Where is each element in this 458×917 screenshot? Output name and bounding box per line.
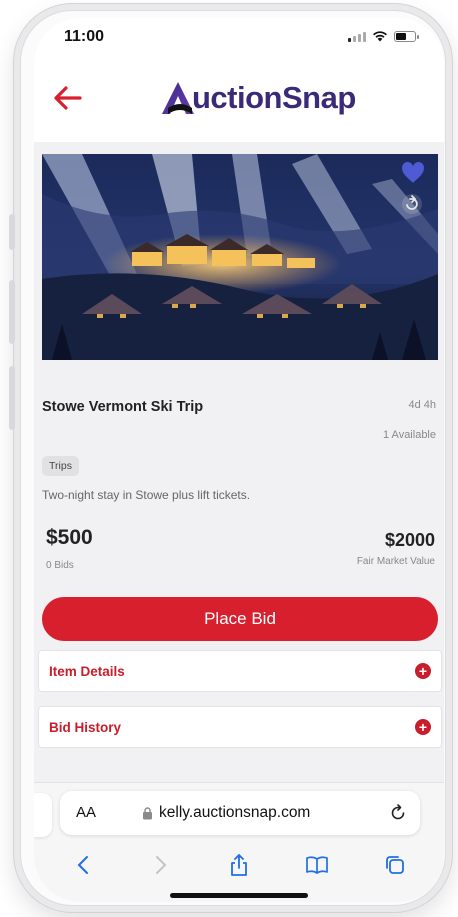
app-logo: uctionSnap xyxy=(158,76,356,120)
status-bar: 11:00 xyxy=(34,18,444,60)
mute-switch xyxy=(9,214,15,250)
fair-market-value-label: Fair Market Value xyxy=(356,556,435,567)
battery-icon xyxy=(394,30,419,42)
status-icons xyxy=(348,30,419,42)
previous-tab-peek[interactable] xyxy=(34,793,52,837)
share-icon[interactable] xyxy=(227,853,251,877)
back-arrow-icon[interactable] xyxy=(50,80,86,116)
ski-resort-night-image xyxy=(42,154,438,360)
plus-circle-icon: + xyxy=(415,663,431,679)
app-header: uctionSnap xyxy=(34,62,444,142)
bid-history-label: Bid History xyxy=(49,720,122,735)
plus-circle-icon: + xyxy=(415,719,431,735)
item-photo xyxy=(42,154,438,360)
phone-screen: 11:00 uctionSnap Stowe Vermont Ski Trip … xyxy=(34,18,444,902)
url-display[interactable]: kelly.auctionsnap.com xyxy=(142,804,310,822)
address-bar[interactable]: AA kelly.auctionsnap.com xyxy=(60,791,420,835)
browser-chrome: AA kelly.auctionsnap.com xyxy=(34,782,444,902)
current-bid-price: $500 xyxy=(46,526,93,549)
page-content: Stowe Vermont Ski Trip 4d 4h 1 Available… xyxy=(34,142,444,784)
fair-market-value-price: $2000 xyxy=(384,530,435,550)
volume-up-button xyxy=(9,280,15,344)
status-time: 11:00 xyxy=(64,28,105,45)
bid-history-accordion[interactable]: Bid History + xyxy=(38,706,442,748)
browser-toolbar xyxy=(34,847,444,883)
reload-icon[interactable] xyxy=(388,803,408,823)
item-details-label: Item Details xyxy=(49,664,125,679)
favorite-heart-icon[interactable] xyxy=(400,160,426,186)
time-remaining: 4d 4h xyxy=(408,399,436,411)
volume-down-button xyxy=(9,366,15,430)
category-tag[interactable]: Trips xyxy=(42,456,79,476)
bookmarks-icon[interactable] xyxy=(305,853,329,877)
share-icon[interactable] xyxy=(400,192,424,216)
home-indicator xyxy=(170,893,308,898)
item-details-accordion[interactable]: Item Details + xyxy=(38,650,442,692)
back-icon[interactable] xyxy=(71,853,95,877)
signal-icon xyxy=(348,31,366,42)
brand-name: uctionSnap xyxy=(192,80,356,115)
text-size-button[interactable]: AA xyxy=(76,804,96,821)
tabs-icon[interactable] xyxy=(383,853,407,877)
place-bid-button[interactable]: Place Bid xyxy=(42,597,438,641)
bid-count: 0 Bids xyxy=(46,560,74,571)
url-text: kelly.auctionsnap.com xyxy=(159,804,311,821)
lock-icon xyxy=(143,806,152,819)
availability-count: 1 Available xyxy=(382,429,436,441)
item-title: Stowe Vermont Ski Trip xyxy=(42,399,204,415)
forward-icon[interactable] xyxy=(149,853,173,877)
item-description: Two-night stay in Stowe plus lift ticket… xyxy=(42,488,251,502)
wifi-icon xyxy=(373,31,387,42)
